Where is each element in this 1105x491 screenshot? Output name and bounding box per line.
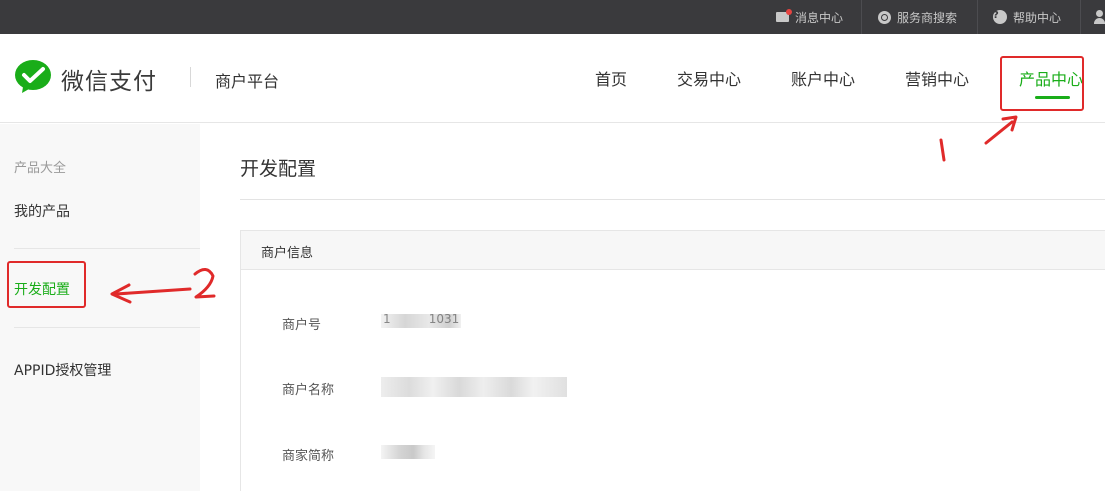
sidebar-item-appid-auth[interactable]: APPID授权管理	[14, 360, 111, 380]
merchant-id-value: 1 1031	[381, 312, 471, 330]
page-title: 开发配置	[240, 158, 317, 180]
merchant-id-label: 商户号	[282, 318, 322, 333]
logo-divider	[190, 67, 191, 87]
sidebar-divider	[14, 248, 200, 249]
nav-marketing[interactable]: 营销中心	[905, 66, 969, 90]
panel-header: 商户信息	[241, 231, 1105, 270]
merchant-info-panel: 商户信息 商户号 1 1031 商户名称 商家简称	[240, 230, 1105, 491]
user-icon[interactable]	[1094, 10, 1105, 24]
mail-icon	[776, 9, 792, 22]
provider-search-label: 服务商搜索	[897, 10, 958, 25]
panel-title: 商户信息	[261, 246, 314, 261]
help-center-label: 帮助中心	[1013, 10, 1062, 25]
merchant-short-name-label: 商家简称	[282, 449, 335, 464]
nav-home[interactable]: 首页	[595, 66, 627, 90]
logo-text: 微信支付	[61, 69, 157, 95]
topbar-divider	[977, 0, 978, 34]
merchant-short-name-value	[381, 445, 441, 461]
message-center-label: 消息中心	[795, 10, 844, 25]
site-header: 微信支付 商户平台 首页 交易中心 账户中心 营销中心 产品中心	[0, 34, 1105, 123]
search-icon	[878, 10, 891, 24]
sidebar-heading[interactable]: 产品大全	[14, 157, 66, 176]
redacted-value	[381, 445, 435, 459]
topbar-divider	[1080, 0, 1081, 34]
sidebar-divider	[14, 327, 200, 328]
wechat-pay-logo-icon	[15, 60, 51, 93]
help-icon: ?	[993, 10, 1007, 24]
title-divider	[240, 199, 1105, 200]
merchant-name-value	[381, 377, 571, 397]
platform-title: 商户平台	[215, 72, 280, 91]
annotation-number-1	[939, 138, 946, 162]
topbar-divider	[861, 0, 862, 34]
redacted-value	[381, 377, 567, 397]
merchant-name-label: 商户名称	[282, 383, 335, 398]
message-center-link[interactable]: 消息中心	[776, 0, 843, 34]
nav-transactions[interactable]: 交易中心	[677, 66, 741, 90]
annotation-box-products	[1000, 56, 1084, 111]
help-center-link[interactable]: ? 帮助中心	[993, 0, 1061, 34]
provider-search-link[interactable]: 服务商搜索	[878, 0, 957, 34]
nav-account[interactable]: 账户中心	[791, 66, 855, 90]
top-utility-bar: 消息中心 服务商搜索 ? 帮助中心	[0, 0, 1105, 34]
merchant-id-partial-text: 1 1031	[383, 312, 460, 326]
sidebar-item-my-products[interactable]: 我的产品	[14, 201, 70, 221]
annotation-box-dev-config	[7, 261, 86, 308]
